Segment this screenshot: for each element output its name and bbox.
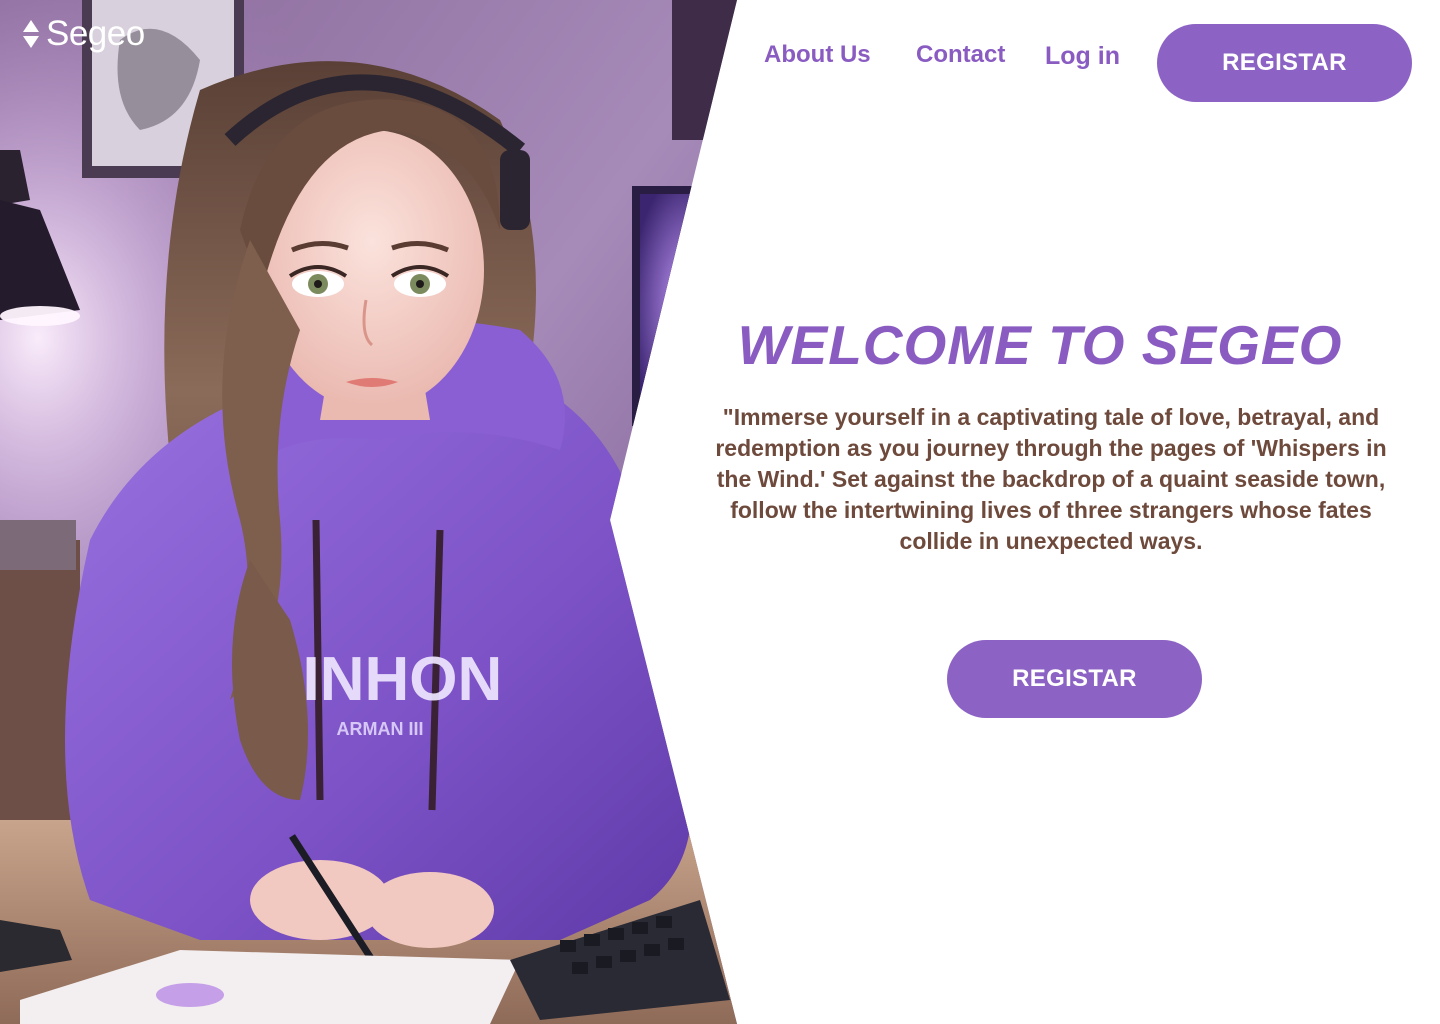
hoodie-print-subtext: ARMAN III	[337, 719, 424, 739]
hero-description: "Immerse yourself in a captivating tale …	[715, 404, 1387, 554]
header-register-button[interactable]: REGISTAR	[1157, 24, 1412, 102]
nav-contact-link[interactable]: Contact	[916, 40, 1005, 70]
landing-page: RINHON ARMAN III Segeo About Us Contact …	[0, 0, 1440, 1024]
brand-name: Segeo	[46, 14, 145, 53]
hero-title: WELCOME TO SEGEO	[737, 314, 1343, 376]
hero-register-button[interactable]: REGISTAR	[947, 640, 1202, 718]
nav-log-in-link[interactable]: Log in	[1045, 41, 1120, 71]
sort-arrows-icon	[23, 20, 39, 48]
nav-about-us-link[interactable]: About Us	[764, 40, 871, 70]
brand-logo[interactable]: Segeo	[22, 14, 145, 54]
